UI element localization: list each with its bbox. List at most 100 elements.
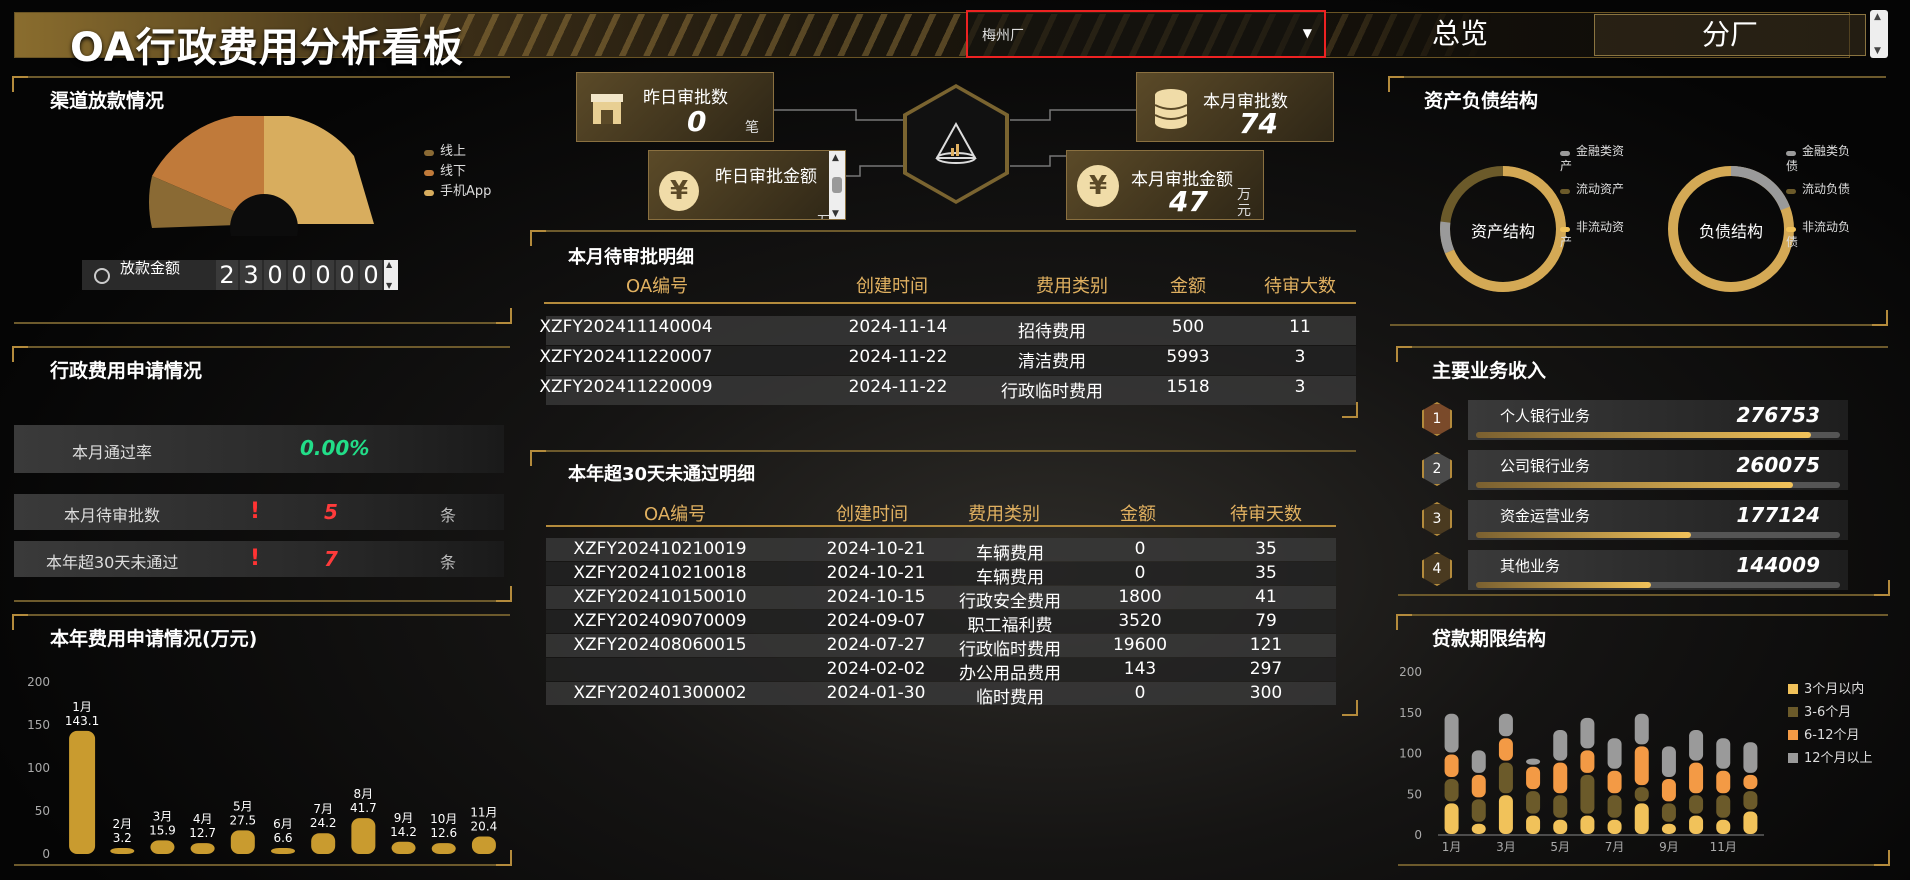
term-bar-segment[interactable] xyxy=(1743,774,1758,790)
term-bar-segment[interactable] xyxy=(1580,750,1595,773)
term-bar-segment[interactable] xyxy=(1444,713,1459,753)
term-bar-segment[interactable] xyxy=(1498,713,1513,737)
annual-bar[interactable] xyxy=(351,818,376,854)
income-item[interactable]: 资金运营业务 177124 xyxy=(1468,500,1848,540)
term-bar-segment[interactable] xyxy=(1634,746,1649,786)
table-row[interactable]: XZFY202410210019 2024-10-21 车辆费用 0 35 xyxy=(546,538,1336,564)
term-bar-segment[interactable] xyxy=(1607,795,1622,818)
tab-overview[interactable]: 总览 xyxy=(1360,14,1560,56)
table-row[interactable]: XZFY202401300002 2024-01-30 临时费用 0 300 xyxy=(546,682,1336,708)
table-cell: 车辆费用 xyxy=(976,544,1044,564)
term-bar-segment[interactable] xyxy=(1689,730,1704,761)
income-item[interactable]: 个人银行业务 276753 xyxy=(1468,400,1848,440)
annual-bar[interactable] xyxy=(150,840,175,854)
table-row[interactable]: XZFY202411140004 2024-11-14 招待费用 500 11 xyxy=(539,316,1356,345)
over30-label: 本年超30天未通过 xyxy=(46,553,179,572)
term-bar-segment[interactable] xyxy=(1634,803,1649,834)
term-bar-segment[interactable] xyxy=(1498,795,1513,834)
table-cell: 行政安全费用 xyxy=(959,592,1061,612)
term-bar-segment[interactable] xyxy=(1444,803,1459,834)
term-bar-segment[interactable] xyxy=(1607,819,1622,834)
term-bar-segment[interactable] xyxy=(1607,738,1622,769)
table-row[interactable]: XZFY202411220009 2024-11-22 行政临时费用 1518 3 xyxy=(539,376,1356,405)
annual-bar[interactable] xyxy=(190,843,215,854)
term-bar-segment[interactable] xyxy=(1553,819,1568,834)
table-row[interactable]: 2024-02-02 办公用品费用 143 297 xyxy=(546,658,1336,684)
bar-month-label: 2月 xyxy=(112,817,132,831)
yesterday-amount-card: ¥ 昨日审批金额 万 ▲ ▼ xyxy=(648,150,846,220)
annual-bar[interactable] xyxy=(311,833,336,854)
term-bar-segment[interactable] xyxy=(1444,754,1459,777)
annual-bar[interactable] xyxy=(230,830,255,854)
income-label: 资金运营业务 xyxy=(1500,507,1591,525)
term-bar-segment[interactable] xyxy=(1661,778,1676,802)
term-bar-segment[interactable] xyxy=(1580,774,1595,814)
term-bar-segment[interactable] xyxy=(1661,823,1676,834)
term-bar-segment[interactable] xyxy=(1498,762,1513,794)
annual-bar[interactable] xyxy=(69,730,96,854)
term-bar-segment[interactable] xyxy=(1607,770,1622,794)
term-title: 贷款期限结构 xyxy=(1432,628,1547,650)
term-bar-segment[interactable] xyxy=(1634,787,1649,802)
table-row[interactable]: XZFY202410210018 2024-10-21 车辆费用 0 35 xyxy=(546,562,1336,588)
factory-select[interactable]: 梅州厂 ▼ xyxy=(966,10,1326,58)
header-scrollbar[interactable]: ▲ ▼ xyxy=(1870,10,1888,58)
term-bar-segment[interactable] xyxy=(1526,766,1541,790)
term-bar-segment[interactable] xyxy=(1444,778,1459,802)
term-bar-segment[interactable] xyxy=(1689,762,1704,794)
term-bar-segment[interactable] xyxy=(1716,770,1731,794)
term-bar-segment[interactable] xyxy=(1689,815,1704,834)
term-bar-segment[interactable] xyxy=(1580,717,1595,749)
counter-scrollbar[interactable]: ▲ ▼ xyxy=(384,260,398,290)
annual-bar[interactable] xyxy=(271,848,295,854)
annual-bar[interactable] xyxy=(391,841,416,854)
pending-label: 本月待审批数 xyxy=(64,506,161,525)
annual-bar[interactable] xyxy=(471,836,496,854)
term-bar-segment[interactable] xyxy=(1471,750,1486,773)
table-row[interactable]: XZFY202411220007 2024-11-22 清洁费用 5993 3 xyxy=(539,346,1356,375)
term-bar-segment[interactable] xyxy=(1471,799,1486,822)
annual-bar[interactable] xyxy=(110,848,135,854)
asset-legend-financial: 金融类资产 xyxy=(1560,144,1625,173)
debt-legend-current: 流动负债 xyxy=(1786,182,1856,197)
term-bar-segment[interactable] xyxy=(1716,795,1731,818)
term-bar-segment[interactable] xyxy=(1526,791,1541,814)
chart-icon xyxy=(94,268,110,284)
income-item[interactable]: 公司银行业务 260075 xyxy=(1468,450,1848,490)
annual-bar[interactable] xyxy=(431,843,456,854)
scroll-down-icon[interactable]: ▼ xyxy=(1874,46,1881,56)
term-bar-segment[interactable] xyxy=(1526,815,1541,834)
yesterday-count-label: 昨日审批数 xyxy=(643,88,728,108)
term-bar-segment[interactable] xyxy=(1553,762,1568,794)
term-bar-segment[interactable] xyxy=(1689,795,1704,814)
term-bar-segment[interactable] xyxy=(1716,738,1731,769)
term-bar-segment[interactable] xyxy=(1743,811,1758,834)
tab-branch[interactable]: 分厂 xyxy=(1594,14,1866,56)
card-scrollbar[interactable]: ▲ ▼ xyxy=(829,151,845,219)
term-bar-segment[interactable] xyxy=(1634,713,1649,745)
term-bar-segment[interactable] xyxy=(1553,795,1568,818)
legend-offline: 线下 xyxy=(424,160,466,179)
table-row[interactable]: XZFY202410150010 2024-10-15 行政安全费用 1800 41 xyxy=(546,586,1336,612)
table-cell: 2024-09-07 xyxy=(826,611,926,631)
term-bar-segment[interactable] xyxy=(1471,774,1486,798)
term-bar-segment[interactable] xyxy=(1743,791,1758,810)
table-row[interactable]: XZFY202408060015 2024-07-27 行政临时费用 19600 121 xyxy=(546,634,1336,660)
term-bar-segment[interactable] xyxy=(1553,730,1568,761)
term-bar-segment[interactable] xyxy=(1526,758,1541,765)
income-item[interactable]: 其他业务 144009 xyxy=(1468,550,1848,590)
scroll-up-icon[interactable]: ▲ xyxy=(1874,12,1881,22)
term-bar-segment[interactable] xyxy=(1471,823,1486,834)
table-row[interactable]: XZFY202409070009 2024-09-07 职工福利费 3520 79 xyxy=(546,610,1336,636)
term-bar-segment[interactable] xyxy=(1716,819,1731,834)
x-tick-label: 11月 xyxy=(1710,840,1737,854)
debt-legend-noncurrent: 非流动负债 xyxy=(1786,220,1851,249)
bar-value-label: 6.6 xyxy=(273,831,292,845)
term-bar-segment[interactable] xyxy=(1743,742,1758,773)
term-bar-segment[interactable] xyxy=(1661,746,1676,777)
y-tick-label: 100 xyxy=(27,761,50,775)
term-bar-segment[interactable] xyxy=(1661,803,1676,822)
table-cell: 临时费用 xyxy=(976,688,1044,708)
term-bar-segment[interactable] xyxy=(1498,738,1513,761)
term-bar-segment[interactable] xyxy=(1580,815,1595,834)
